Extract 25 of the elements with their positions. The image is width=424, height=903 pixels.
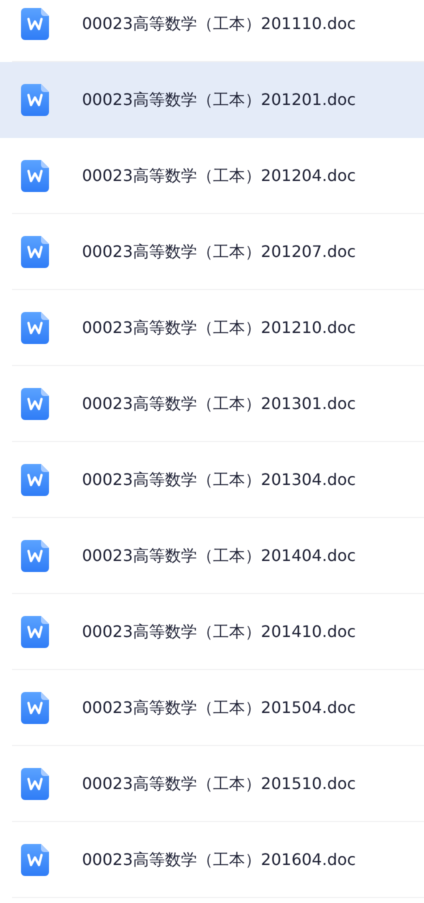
word-document-icon: [21, 236, 49, 268]
word-document-icon: [21, 464, 49, 496]
word-document-icon: [21, 388, 49, 420]
word-document-icon: [21, 160, 49, 192]
word-document-icon: [21, 312, 49, 344]
file-name: 00023高等数学（工本）201504.doc: [82, 698, 356, 718]
word-document-icon: [21, 844, 49, 876]
file-name: 00023高等数学（工本）201207.doc: [82, 242, 356, 262]
word-document-icon: [21, 768, 49, 800]
file-name: 00023高等数学（工本）201204.doc: [82, 166, 356, 186]
word-document-icon: [21, 616, 49, 648]
file-name: 00023高等数学（工本）201604.doc: [82, 850, 356, 870]
file-name: 00023高等数学（工本）201510.doc: [82, 774, 356, 794]
file-row[interactable]: 00023高等数学（工本）201201.doc: [0, 62, 424, 138]
file-name: 00023高等数学（工本）201301.doc: [82, 394, 356, 414]
file-name: 00023高等数学（工本）201404.doc: [82, 546, 356, 566]
file-name: 00023高等数学（工本）201304.doc: [82, 470, 356, 490]
file-name: 00023高等数学（工本）201210.doc: [82, 318, 356, 338]
word-document-icon: [21, 8, 49, 40]
word-document-icon: [21, 540, 49, 572]
word-document-icon: [21, 84, 49, 116]
file-name: 00023高等数学（工本）201110.doc: [82, 14, 356, 34]
file-name: 00023高等数学（工本）201201.doc: [82, 90, 356, 110]
file-name: 00023高等数学（工本）201410.doc: [82, 622, 356, 642]
word-document-icon: [21, 692, 49, 724]
